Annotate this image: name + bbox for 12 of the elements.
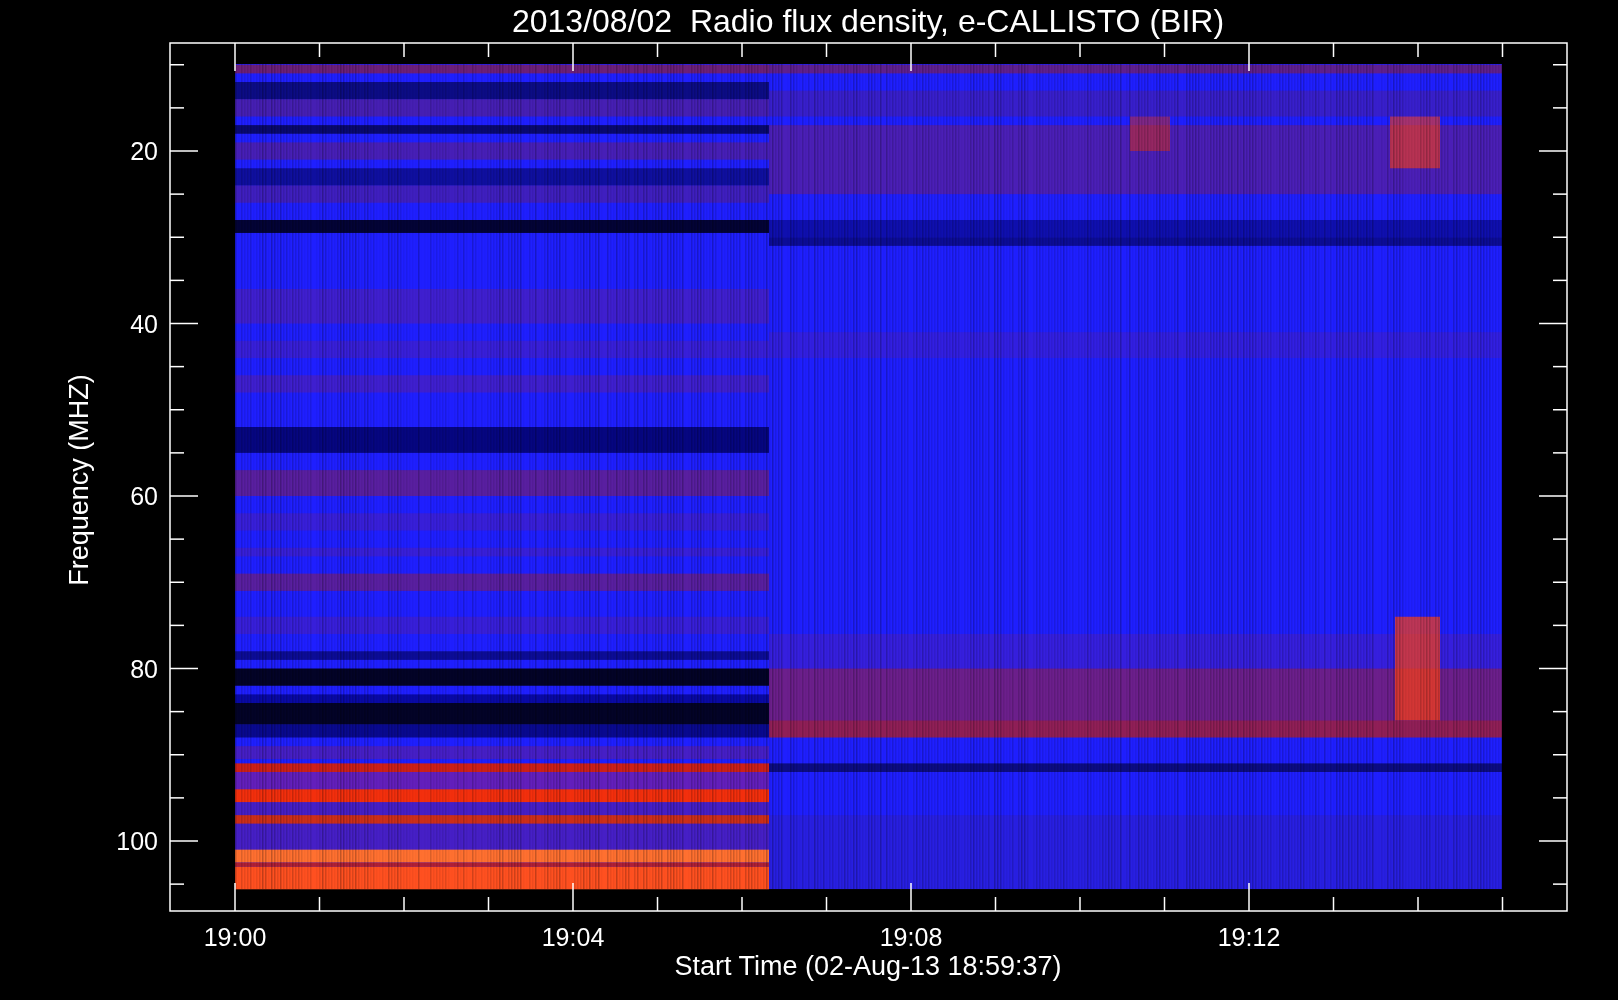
y-tick-label: 60 (130, 482, 158, 510)
x-tick-label: 19:08 (879, 923, 943, 951)
y-tick-label: 100 (116, 827, 158, 855)
x-tick-label: 19:12 (1217, 923, 1281, 951)
y-axis-title: Frequency (MHZ) (64, 374, 94, 586)
chart-title: 2013/08/02 Radio flux density, e-CALLISTO (BIR) (511, 3, 1225, 39)
x-axis-title: Start Time (02-Aug-13 18:59:37) (674, 951, 1062, 981)
y-tick-label: 20 (130, 137, 158, 165)
x-tick-label: 19:00 (203, 923, 267, 951)
x-tick-label: 19:04 (541, 923, 605, 951)
y-tick-label: 40 (130, 309, 158, 338)
y-tick-label: 80 (130, 654, 158, 683)
